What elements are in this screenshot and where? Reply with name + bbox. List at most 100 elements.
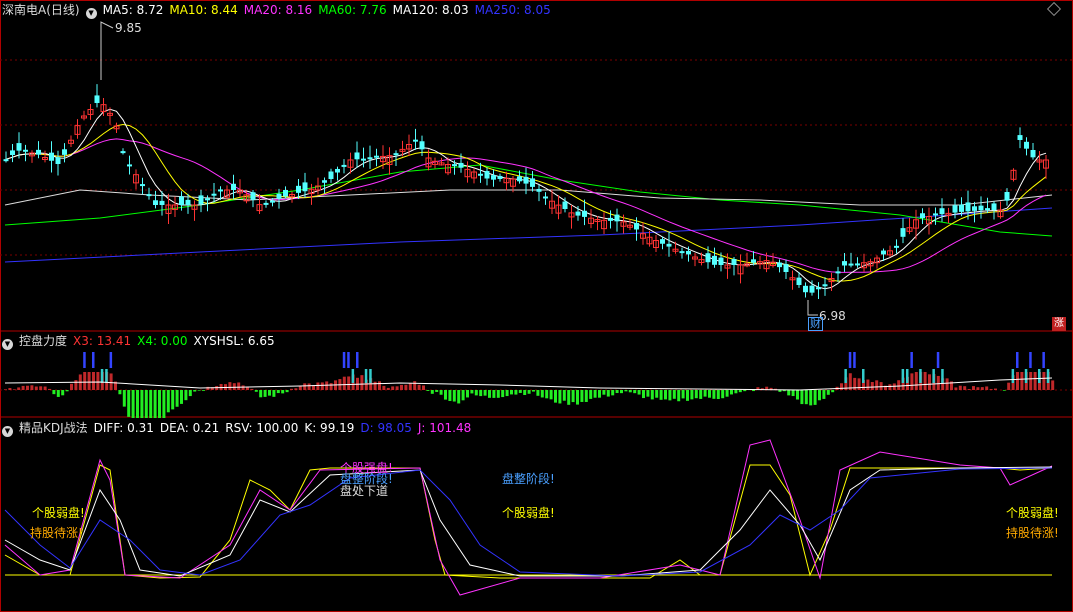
- candle-down: [530, 178, 535, 187]
- candle-down: [250, 192, 256, 200]
- bar-negative: [171, 390, 175, 410]
- annotation-hold-right: 持股待涨!: [1006, 526, 1059, 540]
- bar-negative: [738, 390, 742, 393]
- bar-positive: [347, 376, 351, 390]
- k-value: K: 99.19: [304, 421, 355, 435]
- bar-negative: [800, 390, 804, 405]
- candle-down: [3, 159, 9, 162]
- dropdown-icon[interactable]: ▼: [2, 339, 13, 350]
- bar-positive: [373, 381, 377, 390]
- bar-negative: [448, 390, 452, 402]
- bar-positive: [329, 383, 333, 390]
- low-marker: [807, 300, 818, 316]
- candle-down: [712, 255, 717, 265]
- bar-negative: [822, 390, 826, 399]
- bar-positive: [21, 385, 25, 390]
- bar-negative: [716, 390, 720, 400]
- candle-down: [120, 151, 126, 154]
- bar-positive: [342, 376, 346, 390]
- bar-negative: [540, 390, 544, 398]
- bar-negative: [712, 390, 716, 399]
- candle-down: [36, 149, 41, 155]
- bar-positive: [48, 388, 51, 390]
- bar-positive: [237, 382, 241, 390]
- chart-canvas[interactable]: [0, 0, 1073, 612]
- bar-negative: [483, 390, 487, 396]
- bar-negative: [606, 390, 610, 397]
- candle-down: [517, 176, 522, 182]
- bar-negative: [637, 390, 641, 395]
- annotation-weak-right: 个股弱盘!: [1006, 506, 1059, 520]
- candle-down: [1030, 150, 1036, 158]
- bar-positive: [989, 388, 993, 390]
- candle-down: [185, 199, 191, 205]
- dropdown-icon[interactable]: ▼: [2, 426, 13, 437]
- bar-positive: [70, 383, 73, 390]
- candle-down: [900, 228, 906, 237]
- candle-down: [413, 139, 418, 142]
- bar-negative: [668, 390, 672, 401]
- dea-value: DEA: 0.21: [159, 421, 220, 435]
- bar-positive: [910, 373, 914, 390]
- signal-bar: [92, 352, 95, 368]
- signal-bar: [932, 369, 935, 383]
- annotation-weak-left: 个股弱盘!: [32, 506, 85, 520]
- bar-negative: [439, 390, 443, 395]
- bar-positive: [87, 372, 91, 390]
- bar-positive: [1020, 372, 1024, 390]
- dropdown-icon[interactable]: ▼: [85, 8, 97, 19]
- bar-positive: [879, 382, 883, 390]
- limit-up-badge[interactable]: 涨: [1052, 317, 1066, 331]
- candle-down: [153, 200, 158, 205]
- bar-negative: [571, 390, 575, 403]
- candle-down: [777, 262, 782, 268]
- candle-down: [49, 152, 54, 161]
- bar-negative: [558, 390, 562, 404]
- candle-down: [855, 263, 860, 266]
- bar-negative: [523, 390, 527, 395]
- bar-positive: [422, 385, 425, 390]
- signal-bar: [848, 352, 852, 368]
- candle-down: [614, 214, 620, 222]
- candle-down: [283, 189, 288, 197]
- candle-down: [881, 250, 886, 255]
- bar-positive: [241, 385, 245, 390]
- signal-bar: [1029, 352, 1032, 368]
- ma250-line: [4, 207, 1053, 263]
- bar-negative: [505, 390, 509, 397]
- bar-negative: [562, 390, 566, 401]
- bar-negative: [136, 390, 139, 418]
- signal-bar: [1011, 369, 1015, 383]
- bar-negative: [527, 390, 531, 394]
- bar-negative: [672, 390, 676, 399]
- bar-negative: [501, 390, 505, 398]
- bar-negative: [826, 390, 830, 395]
- candle-down: [608, 217, 613, 221]
- bar-positive: [914, 372, 918, 390]
- bar-positive: [250, 388, 254, 390]
- bar-positive: [954, 387, 958, 390]
- bar-negative: [518, 390, 522, 393]
- bar-negative: [655, 390, 659, 398]
- bar-positive: [96, 372, 100, 390]
- bar-negative: [426, 390, 430, 391]
- bar-positive: [408, 383, 412, 390]
- bar-positive: [228, 382, 232, 390]
- bar-negative: [180, 390, 183, 404]
- candle-down: [146, 194, 152, 197]
- bar-positive: [360, 375, 364, 390]
- signal-bar: [83, 352, 86, 368]
- d-value: D: 98.05: [360, 421, 412, 435]
- bar-positive: [963, 386, 967, 390]
- bar-negative: [281, 390, 285, 394]
- financial-report-badge[interactable]: 财: [808, 317, 823, 331]
- candle-down: [62, 149, 67, 155]
- signal-bar: [356, 352, 359, 368]
- candle-down: [952, 205, 958, 213]
- candle-down: [374, 155, 379, 158]
- bar-negative: [254, 390, 258, 392]
- annotation-weak-mid: 个股弱盘!: [502, 506, 555, 520]
- bar-positive: [290, 388, 293, 390]
- bar-positive: [8, 388, 12, 390]
- candle-down: [972, 206, 977, 211]
